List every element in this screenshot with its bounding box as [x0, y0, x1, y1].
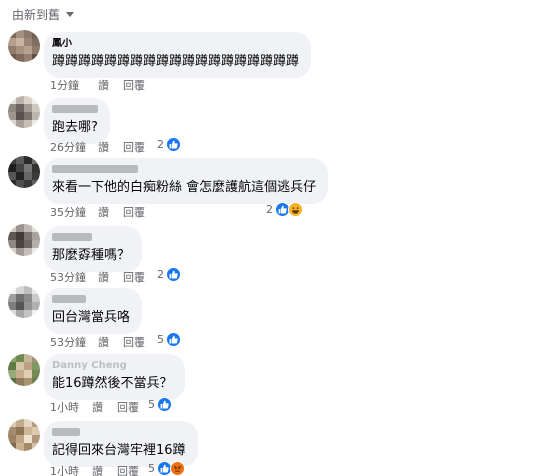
comment-timestamp[interactable]: 53分鐘 [50, 334, 94, 350]
like-reaction-icon [157, 397, 172, 412]
comment-text: 回台灣當兵咯 [52, 310, 131, 325]
comment-meta: 53分鐘 讚 回覆 [50, 334, 145, 350]
comment-bubble: 那麼孬種嗎？ [44, 226, 143, 272]
avatar[interactable] [8, 224, 40, 256]
reaction-summary[interactable]: 2 [157, 267, 181, 282]
comment-timestamp[interactable]: 35分鐘 [50, 204, 94, 220]
comment-bubble: 來看一下他的白痴粉絲 會怎麼護航這個逃兵仔 [44, 158, 329, 204]
comment-timestamp[interactable]: 53分鐘 [50, 269, 94, 285]
comment-meta: 1小時 讚 回覆 [50, 399, 139, 415]
reaction-count: 2 [157, 138, 164, 151]
comment-meta: 1小時 讚 回覆 [50, 463, 139, 476]
haha-reaction-icon [288, 202, 303, 217]
avatar[interactable] [8, 419, 40, 451]
reply-button[interactable]: 回覆 [123, 334, 145, 350]
like-button[interactable]: 讚 [98, 139, 109, 155]
reaction-summary[interactable]: 5 [157, 332, 181, 347]
avatar[interactable] [8, 30, 40, 62]
reaction-count: 5 [148, 462, 155, 475]
reply-button[interactable]: 回覆 [117, 463, 139, 476]
comment-bubble: Danny Cheng 能16蹲然後不當兵？ [44, 354, 185, 400]
redacted-name [52, 295, 86, 303]
comment-text: 記得回來台灣牢裡16蹲 [52, 443, 186, 458]
avatar[interactable] [8, 96, 40, 128]
avatar[interactable] [8, 286, 40, 318]
sort-label: 由新到舊 [12, 7, 61, 22]
comment-bubble: 跑去哪? [44, 98, 110, 144]
reaction-count: 2 [266, 203, 273, 216]
comment-meta: 35分鐘 讚 回覆 [50, 204, 145, 220]
comment-text: 跑去哪? [52, 120, 98, 135]
comment-meta: 53分鐘 讚 回覆 [50, 269, 145, 285]
reaction-count: 2 [157, 268, 164, 281]
redacted-name [52, 165, 138, 173]
comment-meta: 26分鐘 讚 回覆 [50, 139, 145, 155]
redacted-name [52, 105, 98, 113]
comment-author[interactable] [52, 232, 130, 244]
comment-author[interactable]: 鳳小 [52, 38, 299, 50]
reaction-count: 5 [148, 398, 155, 411]
reaction-summary[interactable]: 5 [148, 397, 172, 412]
reply-button[interactable]: 回覆 [117, 399, 139, 415]
like-button[interactable]: 讚 [92, 463, 103, 476]
reply-button[interactable]: 回覆 [123, 269, 145, 285]
comment-bubble: 鳳小 蹲蹲蹲蹲蹲蹲蹲蹲蹲蹲蹲蹲蹲蹲蹲蹲蹲蹲蹲 [44, 32, 312, 78]
like-button[interactable]: 讚 [98, 77, 109, 93]
comment-text: 蹲蹲蹲蹲蹲蹲蹲蹲蹲蹲蹲蹲蹲蹲蹲蹲蹲蹲蹲 [52, 54, 300, 69]
comment-author[interactable] [52, 164, 316, 176]
chevron-down-icon [66, 11, 75, 17]
reply-button[interactable]: 回覆 [123, 77, 145, 93]
comment-meta: 1分鐘 讚 回覆 [50, 77, 145, 93]
reaction-summary[interactable]: 2 [157, 137, 181, 152]
reaction-summary[interactable]: 5 [148, 461, 185, 476]
comment-sort-dropdown[interactable]: 由新到舊 [12, 5, 75, 23]
reply-button[interactable]: 回覆 [123, 139, 145, 155]
reaction-count: 5 [157, 333, 164, 346]
like-reaction-icon [166, 267, 181, 282]
comment-timestamp[interactable]: 1小時 [50, 463, 88, 476]
avatar[interactable] [8, 354, 40, 386]
like-reaction-icon [166, 332, 181, 347]
comment-author[interactable] [52, 104, 98, 116]
comment-bubble: 回台灣當兵咯 [44, 288, 143, 334]
avatar[interactable] [8, 156, 40, 188]
comment-author[interactable] [52, 427, 186, 439]
comment-timestamp[interactable]: 1小時 [50, 399, 88, 415]
comment-text: 能16蹲然後不當兵？ [52, 376, 173, 391]
comment-author[interactable]: Danny Cheng [52, 360, 173, 372]
comment-author[interactable] [52, 294, 130, 306]
comment-text: 那麼孬種嗎？ [52, 248, 131, 263]
like-button[interactable]: 讚 [98, 204, 109, 220]
redacted-name [52, 428, 80, 436]
redacted-name [52, 233, 92, 241]
like-reaction-icon [166, 137, 181, 152]
comment-timestamp[interactable]: 1分鐘 [50, 77, 94, 93]
reaction-summary[interactable]: 2 [266, 202, 303, 217]
like-button[interactable]: 讚 [92, 399, 103, 415]
angry-reaction-icon [170, 461, 185, 476]
like-button[interactable]: 讚 [98, 334, 109, 350]
comment-timestamp[interactable]: 26分鐘 [50, 139, 94, 155]
comment-text: 來看一下他的白痴粉絲 會怎麼護航這個逃兵仔 [52, 180, 317, 195]
reply-button[interactable]: 回覆 [123, 204, 145, 220]
like-button[interactable]: 讚 [98, 269, 109, 285]
